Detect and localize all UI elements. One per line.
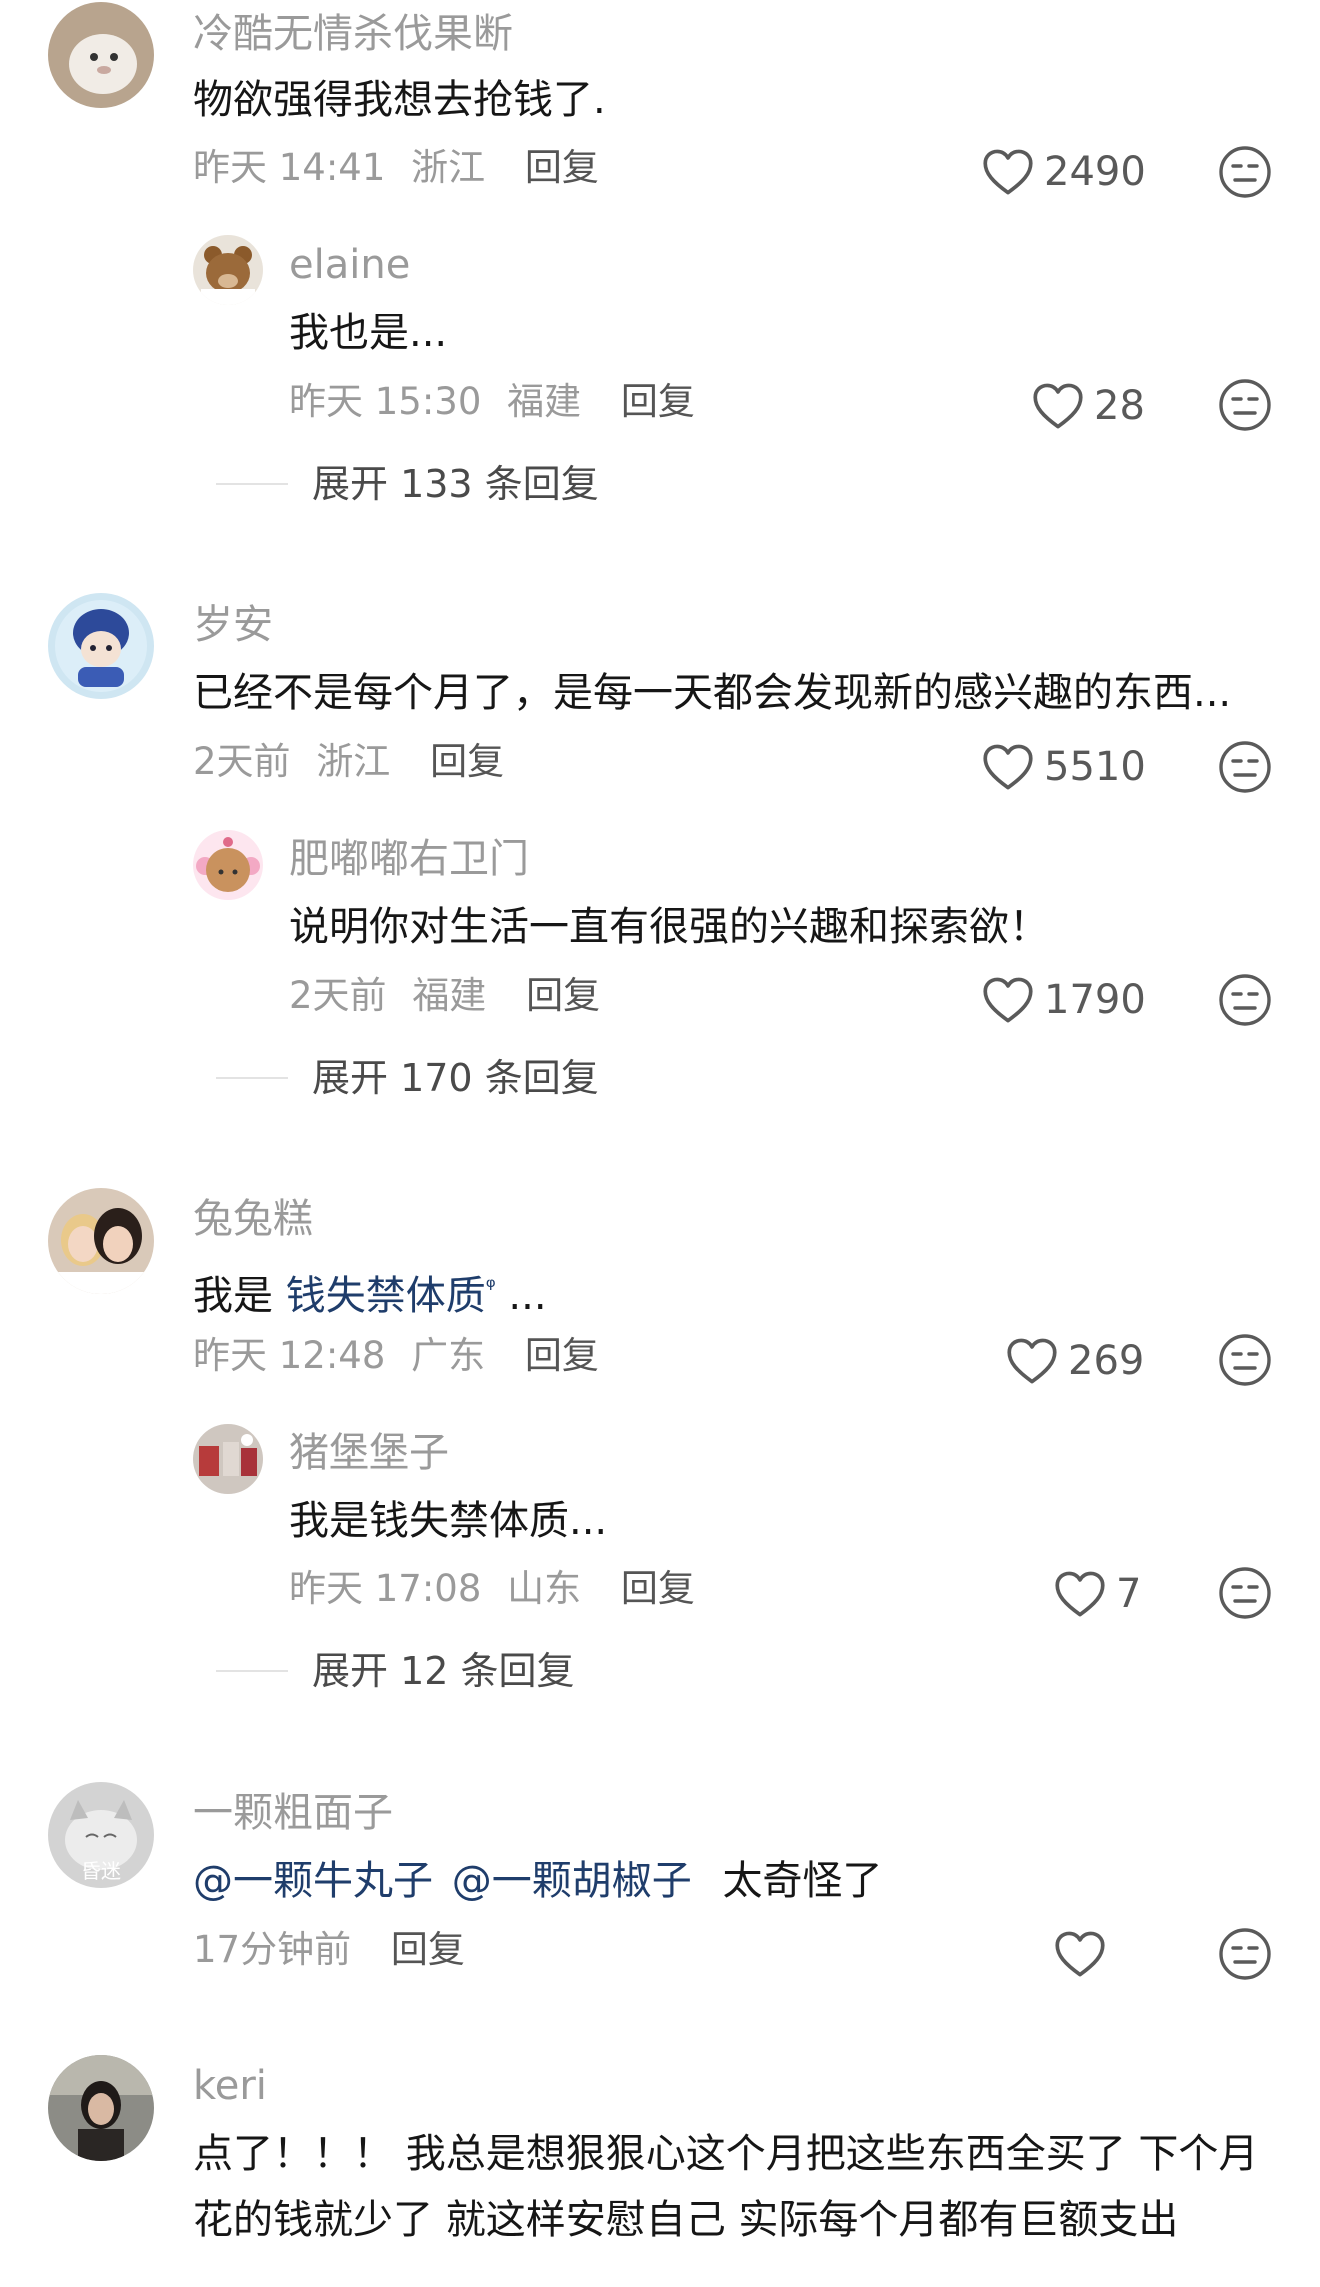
like-count: 28: [1094, 383, 1145, 429]
mention-link[interactable]: @一颗胡椒子: [452, 1858, 692, 1904]
reply-button[interactable]: 回复: [525, 1334, 599, 1377]
heart-outline-icon: [982, 148, 1034, 196]
meh-face-icon[interactable]: [1218, 740, 1272, 794]
comment-username[interactable]: keri: [193, 2062, 267, 2110]
avatar[interactable]: [193, 1424, 263, 1494]
reply-button[interactable]: 回复: [391, 1928, 465, 1971]
comment-text-line2: 花的钱就少了 就这样安慰自己 实际每个月都有巨额支出: [193, 2197, 1179, 2243]
expand-replies-button[interactable]: 展开 170 条回复: [216, 1055, 599, 1101]
reply-button[interactable]: 回复: [525, 146, 599, 189]
heart-outline-icon: [1032, 382, 1084, 430]
meh-face-icon[interactable]: [1218, 378, 1272, 432]
reply-location: 福建: [412, 974, 487, 1017]
like-button[interactable]: [1054, 1930, 1106, 1978]
like-button[interactable]: 28: [1032, 382, 1145, 430]
comment-meta: 17分钟前 回复: [193, 1928, 465, 1972]
like-button[interactable]: 2490: [982, 148, 1146, 196]
comment-location: 浙江: [411, 146, 486, 189]
meh-face-icon[interactable]: [1218, 1333, 1272, 1387]
comment-meta: 昨天 14:41 浙江 回复: [193, 146, 599, 190]
reply-text: 说明你对生活一直有很强的兴趣和探索欲！: [289, 904, 1049, 950]
comment-text: 我是 钱失禁体质ᵠ ...: [193, 1263, 547, 1320]
comment-time: 2天前: [193, 740, 291, 783]
avatar[interactable]: [193, 235, 263, 305]
like-button[interactable]: 269: [1006, 1337, 1144, 1385]
reply-time: 2天前: [289, 974, 387, 1017]
expand-replies-label: 展开 170 条回复: [312, 1056, 599, 1100]
avatar[interactable]: [48, 2, 154, 108]
reply-username[interactable]: 肥嘟嘟右卫门: [289, 835, 529, 883]
like-button[interactable]: 1790: [982, 976, 1146, 1024]
meh-face-icon[interactable]: [1218, 145, 1272, 199]
reply-location: 福建: [507, 380, 582, 423]
mention-link[interactable]: @一颗牛丸子: [193, 1858, 433, 1904]
meh-face-icon[interactable]: [1218, 1566, 1272, 1620]
meh-face-icon[interactable]: [1218, 973, 1272, 1027]
like-count: 1790: [1044, 977, 1146, 1023]
avatar[interactable]: [48, 1188, 154, 1294]
comment-text-suffix: 太奇怪了: [722, 1858, 883, 1904]
comment-time: 昨天 12:48: [193, 1334, 386, 1377]
avatar[interactable]: [48, 2055, 154, 2161]
avatar-caption: 昏迷: [81, 1859, 121, 1883]
like-button[interactable]: 7: [1054, 1570, 1141, 1618]
heart-outline-icon: [982, 976, 1034, 1024]
comment-meta: 2天前 浙江 回复: [193, 740, 504, 784]
expand-replies-label: 展开 133 条回复: [312, 462, 599, 506]
meh-face-icon[interactable]: [1218, 1927, 1272, 1981]
like-count: 5510: [1044, 744, 1146, 790]
comment-username[interactable]: 一颗粗面子: [193, 1789, 393, 1837]
reply-time: 昨天 17:08: [289, 1567, 482, 1610]
comment-text: @一颗牛丸子 @一颗胡椒子 太奇怪了: [193, 1857, 882, 1905]
comment-location: 广东: [411, 1334, 486, 1377]
heart-outline-icon: [1054, 1930, 1106, 1978]
reply-button[interactable]: 回复: [526, 974, 600, 1017]
comment-time: 昨天 14:41: [193, 146, 386, 189]
comment-time: 17分钟前: [193, 1928, 352, 1971]
like-count: 2490: [1044, 149, 1146, 195]
divider: [216, 1670, 288, 1672]
divider: [216, 1077, 288, 1079]
comment-text-suffix: ...: [495, 1273, 547, 1319]
expand-replies-button[interactable]: 展开 12 条回复: [216, 1648, 575, 1694]
reply-button[interactable]: 回复: [430, 740, 504, 783]
reply-username[interactable]: elaine: [289, 241, 410, 289]
like-count: 269: [1068, 1338, 1145, 1384]
comment-meta: 昨天 12:48 广东 回复: [193, 1334, 599, 1378]
reply-location: 山东: [507, 1567, 582, 1610]
avatar[interactable]: [48, 593, 154, 699]
expand-replies-label: 展开 12 条回复: [312, 1649, 575, 1693]
comment-text-line1: 点了！！！ 我总是想狠狠心这个月把这些东西全买了 下个月: [193, 2131, 1259, 2177]
comment-location: 浙江: [316, 740, 391, 783]
reply-text: 我是钱失禁体质...: [289, 1498, 608, 1544]
reply-button[interactable]: 回复: [621, 380, 695, 423]
reply-text: 我也是...: [289, 310, 448, 356]
comment-text: 已经不是每个月了，是每一天都会发现新的感兴趣的东西...: [193, 670, 1232, 716]
comment-username[interactable]: 兔兔糕: [193, 1195, 313, 1243]
search-icon[interactable]: ᵠ: [486, 1273, 496, 1301]
reply-time: 昨天 15:30: [289, 380, 482, 423]
like-count: 7: [1116, 1571, 1142, 1617]
reply-username[interactable]: 猪堡堡子: [289, 1429, 449, 1477]
heart-outline-icon: [1054, 1570, 1106, 1618]
avatar[interactable]: [193, 830, 263, 900]
reply-meta: 2天前 福建 回复: [289, 974, 600, 1018]
search-link[interactable]: 钱失禁体质: [286, 1273, 486, 1319]
heart-outline-icon: [1006, 1337, 1058, 1385]
heart-outline-icon: [982, 743, 1034, 791]
reply-button[interactable]: 回复: [621, 1567, 695, 1610]
reply-meta: 昨天 15:30 福建 回复: [289, 380, 695, 424]
comment-text: 物欲强得我想去抢钱了.: [193, 77, 606, 123]
comment-username[interactable]: 岁安: [193, 601, 273, 649]
reply-meta: 昨天 17:08 山东 回复: [289, 1567, 695, 1611]
comment-username[interactable]: 冷酷无情杀伐果断: [193, 10, 513, 58]
like-button[interactable]: 5510: [982, 743, 1146, 791]
divider: [216, 483, 288, 485]
comment-text-prefix: 我是: [193, 1273, 286, 1319]
expand-replies-button[interactable]: 展开 133 条回复: [216, 461, 599, 507]
avatar[interactable]: 昏迷: [48, 1782, 154, 1888]
